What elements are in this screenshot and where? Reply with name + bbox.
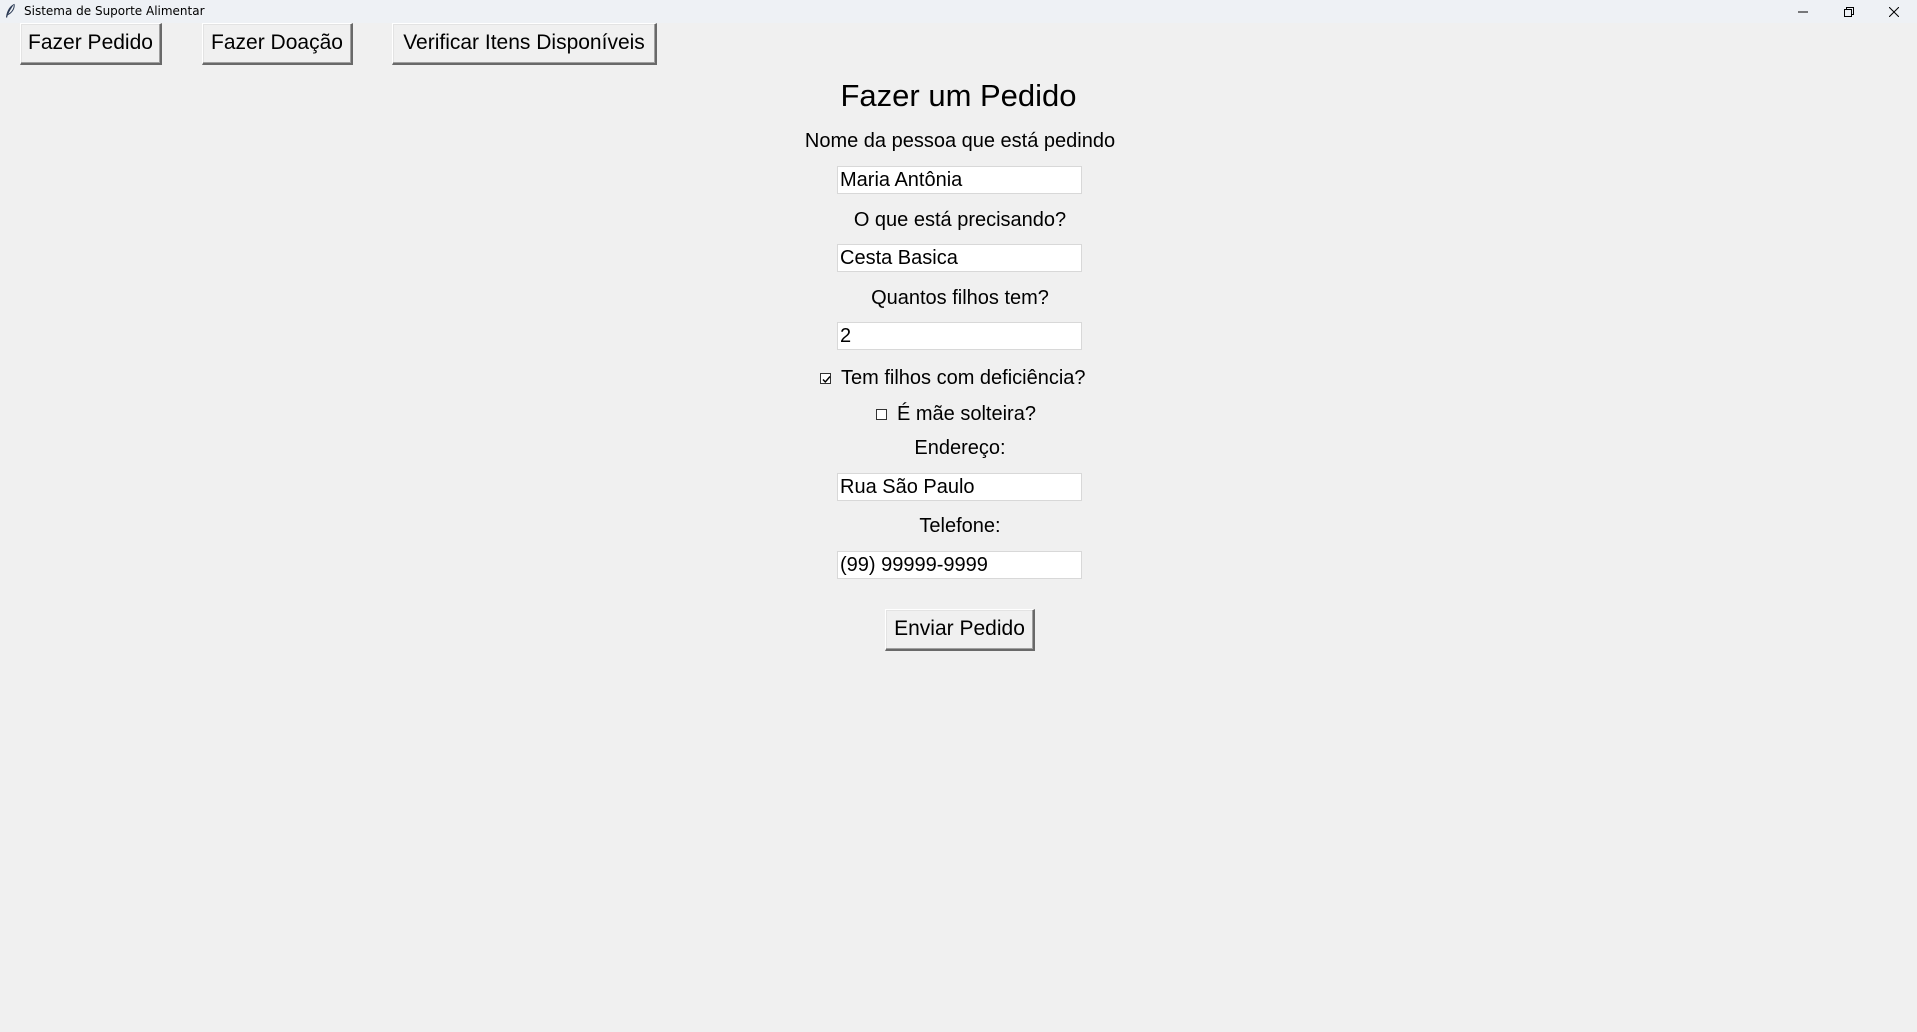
fazer-doacao-button[interactable]: Fazer Doação <box>202 23 353 65</box>
minimize-button[interactable] <box>1780 0 1826 23</box>
mae-solteira-label: É mãe solteira? <box>897 403 1036 425</box>
filhos-label: Quantos filhos tem? <box>871 287 1049 309</box>
checkmark-icon <box>822 375 831 383</box>
nome-input[interactable] <box>837 166 1082 194</box>
fazer-pedido-button[interactable]: Fazer Pedido <box>20 23 162 65</box>
restore-icon <box>1844 6 1854 17</box>
close-icon <box>1889 6 1899 17</box>
necessidade-input[interactable] <box>837 244 1082 272</box>
form-title: Fazer um Pedido <box>840 78 1077 113</box>
window-title: Sistema de Suporte Alimentar <box>24 4 205 18</box>
telefone-label: Telefone: <box>919 515 1001 537</box>
deficiencia-checkbox[interactable] <box>820 372 831 384</box>
window-titlebar: Sistema de Suporte Alimentar <box>0 0 1917 23</box>
deficiencia-label: Tem filhos com deficiência? <box>841 367 1086 389</box>
mae-solteira-checkbox[interactable] <box>876 408 887 420</box>
close-button[interactable] <box>1871 0 1917 23</box>
feather-icon <box>4 3 16 19</box>
mae-solteira-checkbox-row[interactable]: É mãe solteira? <box>876 401 1036 427</box>
restore-button[interactable] <box>1826 0 1872 23</box>
telefone-input[interactable] <box>837 551 1082 579</box>
endereco-input[interactable] <box>837 473 1082 501</box>
deficiencia-checkbox-row[interactable]: Tem filhos com deficiência? <box>820 365 1086 391</box>
verificar-itens-button[interactable]: Verificar Itens Disponíveis <box>392 23 657 65</box>
minimize-icon <box>1798 11 1808 12</box>
necessidade-label: O que está precisando? <box>853 209 1067 231</box>
enviar-pedido-button[interactable]: Enviar Pedido <box>885 609 1035 651</box>
endereco-label: Endereço: <box>914 437 1006 459</box>
nome-label: Nome da pessoa que está pedindo <box>804 130 1116 152</box>
filhos-input[interactable] <box>837 322 1082 350</box>
